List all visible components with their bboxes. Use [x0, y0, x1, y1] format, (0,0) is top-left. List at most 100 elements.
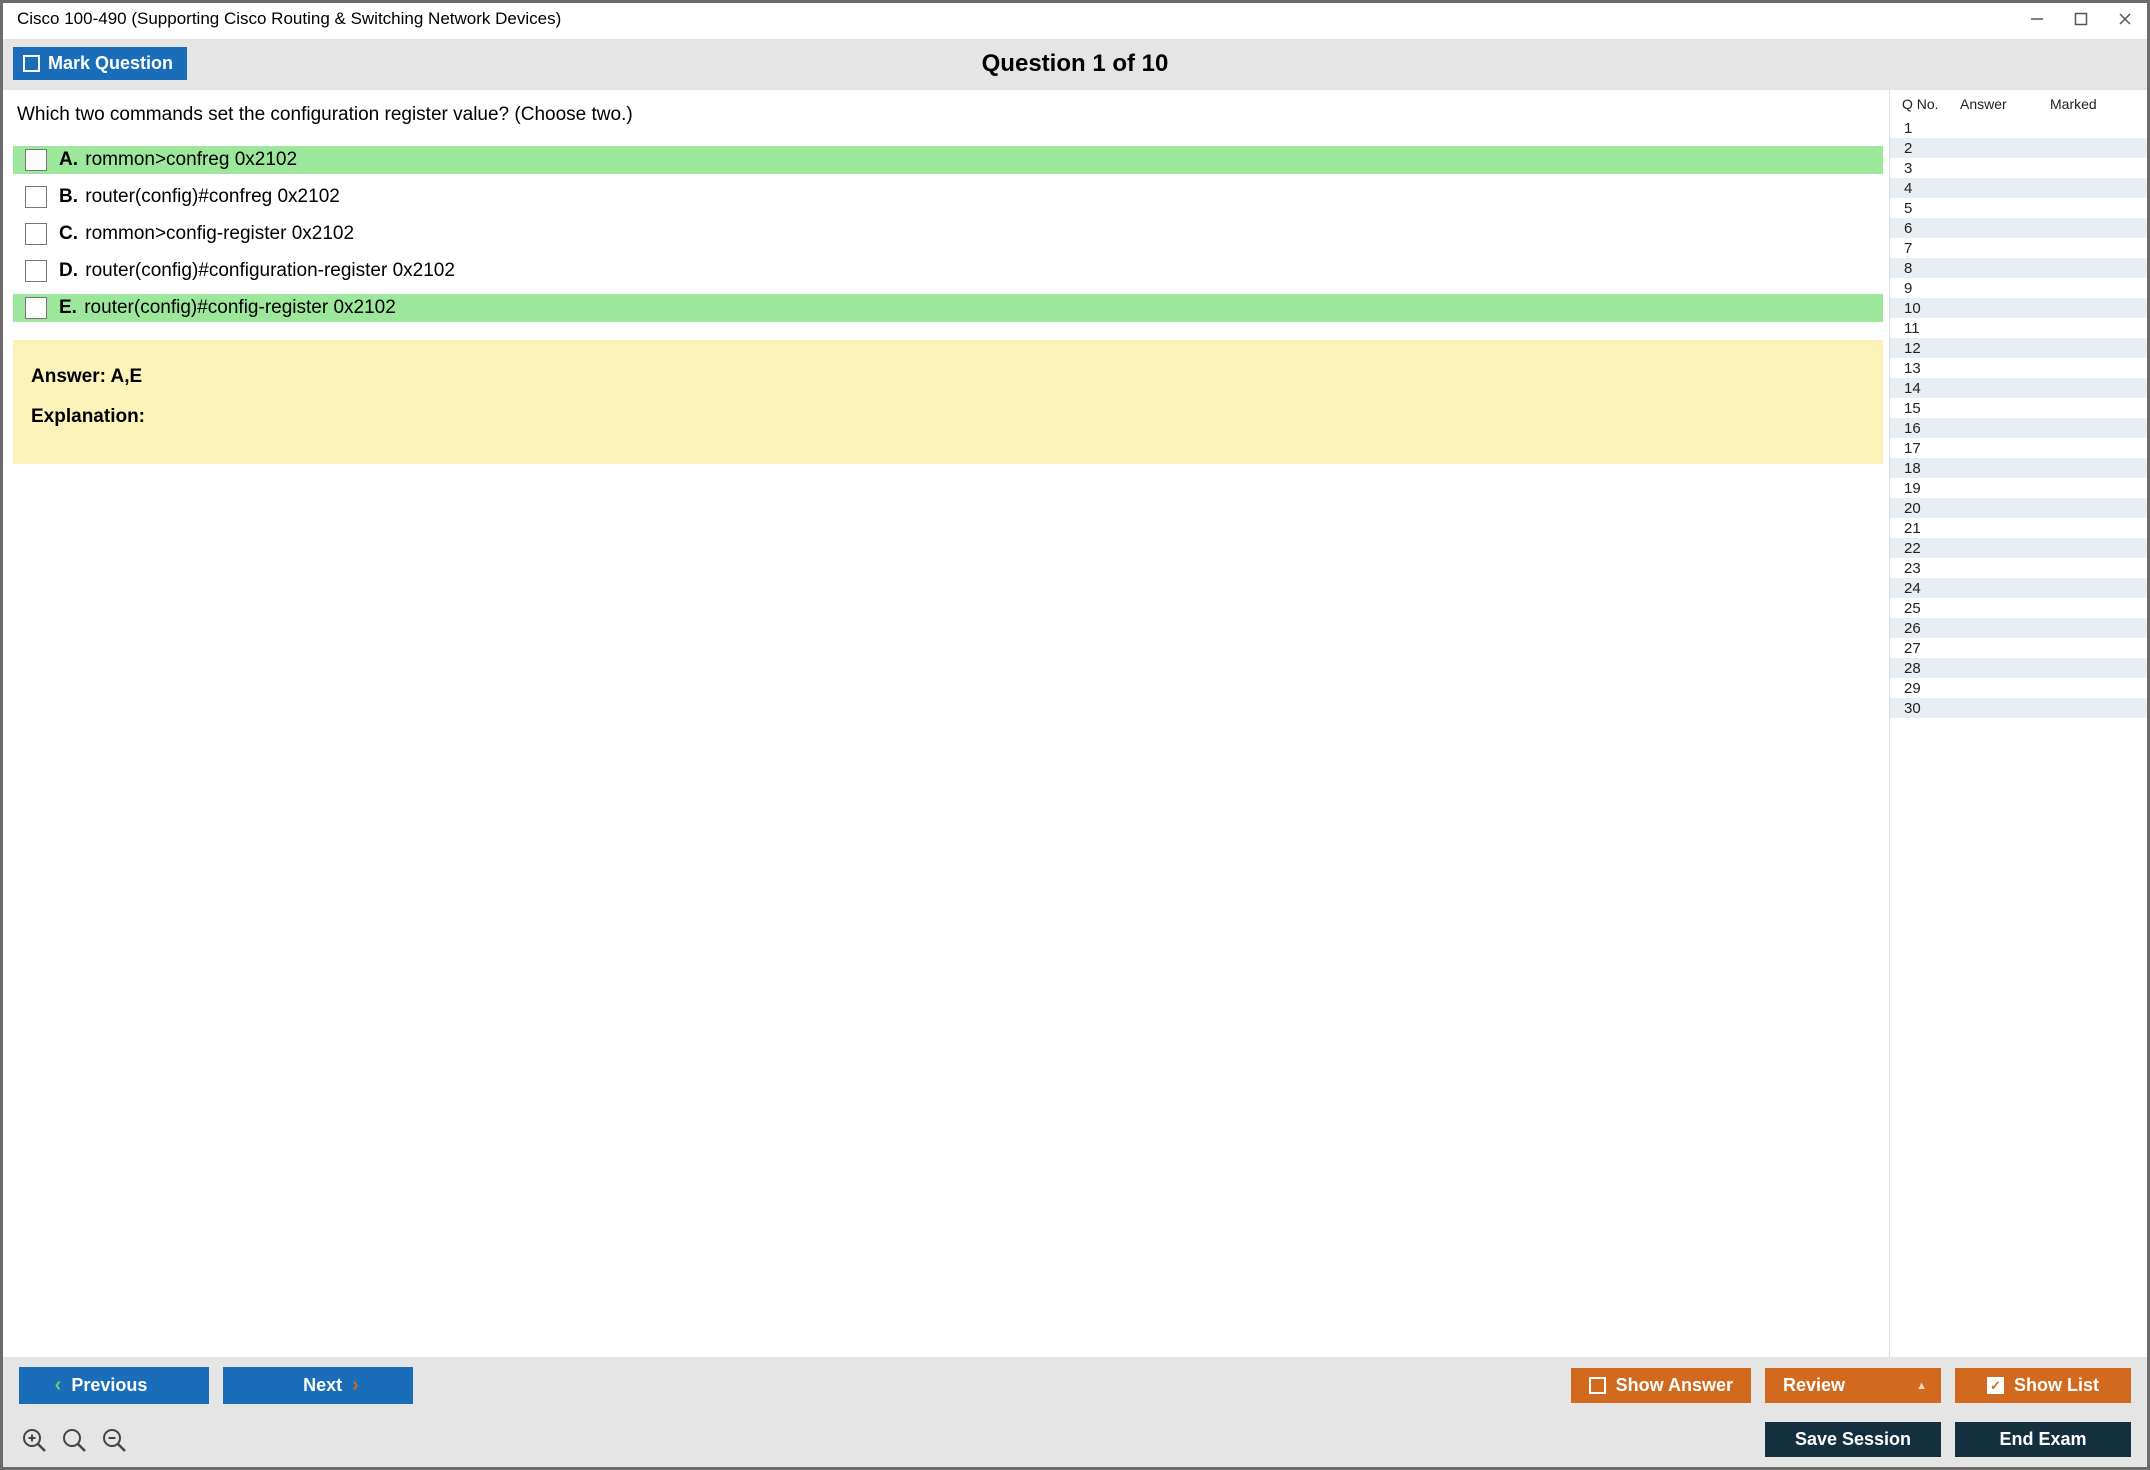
app-window: Cisco 100-490 (Supporting Cisco Routing … — [0, 0, 2150, 1470]
question-list-row[interactable]: 7 — [1890, 238, 2147, 258]
question-list-row[interactable]: 23 — [1890, 558, 2147, 578]
col-marked: Marked — [2050, 96, 2139, 112]
close-icon[interactable] — [2115, 9, 2135, 29]
option-letter: A. — [59, 149, 78, 170]
question-list-row[interactable]: 13 — [1890, 358, 2147, 378]
question-list-row[interactable]: 21 — [1890, 518, 2147, 538]
question-list-row[interactable]: 10 — [1890, 298, 2147, 318]
previous-label: Previous — [71, 1375, 147, 1396]
option-letter: C. — [59, 223, 78, 244]
bottom-row-2: Save Session End Exam — [19, 1422, 2131, 1457]
previous-button[interactable]: ‹ Previous — [19, 1367, 209, 1404]
option-text: B. router(config)#confreg 0x2102 — [59, 186, 340, 208]
option-letter: E. — [59, 297, 77, 318]
review-button[interactable]: Review ▲ — [1765, 1368, 1941, 1403]
question-list-row[interactable]: 30 — [1890, 698, 2147, 718]
zoom-reset-icon[interactable] — [61, 1427, 87, 1453]
question-list-row[interactable]: 1 — [1890, 118, 2147, 138]
show-answer-button[interactable]: Show Answer — [1571, 1368, 1751, 1403]
chevron-up-icon: ▲ — [1916, 1380, 1927, 1392]
option-row[interactable]: A. rommon>confreg 0x2102 — [13, 146, 1883, 174]
main-area: Which two commands set the configuration… — [3, 90, 2147, 1357]
col-qno: Q No. — [1902, 96, 1960, 112]
question-list-row[interactable]: 4 — [1890, 178, 2147, 198]
question-list-row[interactable]: 17 — [1890, 438, 2147, 458]
mark-question-checkbox[interactable] — [23, 55, 40, 72]
option-checkbox[interactable] — [25, 186, 47, 208]
question-list-row[interactable]: 22 — [1890, 538, 2147, 558]
option-text: E. router(config)#config-register 0x2102 — [59, 297, 396, 319]
option-body: router(config)#confreg 0x2102 — [80, 186, 340, 207]
question-list-row[interactable]: 27 — [1890, 638, 2147, 658]
next-label: Next — [303, 1375, 342, 1396]
chevron-right-icon: › — [352, 1374, 359, 1397]
chevron-left-icon: ‹ — [55, 1374, 62, 1397]
explanation-label: Explanation: — [31, 406, 1865, 428]
window-controls — [2027, 9, 2135, 29]
question-list-row[interactable]: 12 — [1890, 338, 2147, 358]
option-row[interactable]: E. router(config)#config-register 0x2102 — [13, 294, 1883, 322]
save-session-button[interactable]: Save Session — [1765, 1422, 1941, 1457]
mark-question-label: Mark Question — [48, 53, 173, 74]
question-list-body[interactable]: 1234567891011121314151617181920212223242… — [1890, 118, 2147, 1357]
show-list-checkbox[interactable]: ✓ — [1987, 1377, 2004, 1394]
question-list-row[interactable]: 26 — [1890, 618, 2147, 638]
review-label: Review — [1783, 1375, 1845, 1396]
question-list-row[interactable]: 9 — [1890, 278, 2147, 298]
question-list-row[interactable]: 24 — [1890, 578, 2147, 598]
option-body: router(config)#configuration-register 0x… — [80, 260, 455, 281]
question-list-row[interactable]: 15 — [1890, 398, 2147, 418]
maximize-icon[interactable] — [2071, 9, 2091, 29]
option-checkbox[interactable] — [25, 260, 47, 282]
option-body: router(config)#config-register 0x2102 — [79, 297, 396, 318]
question-list-row[interactable]: 6 — [1890, 218, 2147, 238]
show-list-button[interactable]: ✓ Show List — [1955, 1368, 2131, 1403]
option-text: C. rommon>config-register 0x2102 — [59, 223, 354, 245]
option-row[interactable]: C. rommon>config-register 0x2102 — [13, 220, 1883, 248]
mark-question-button[interactable]: Mark Question — [13, 47, 187, 80]
show-list-label: Show List — [2014, 1375, 2099, 1396]
option-checkbox[interactable] — [25, 223, 47, 245]
option-body: rommon>config-register 0x2102 — [80, 223, 354, 244]
question-list-row[interactable]: 11 — [1890, 318, 2147, 338]
zoom-in-icon[interactable] — [21, 1427, 47, 1453]
end-exam-label: End Exam — [1999, 1429, 2086, 1450]
option-checkbox[interactable] — [25, 149, 47, 171]
options-list: A. rommon>confreg 0x2102 B. router(config… — [13, 146, 1883, 322]
option-text: D. router(config)#configuration-register… — [59, 260, 455, 282]
bottom-row-1: ‹ Previous Next › Show Answer Review ▲ ✓… — [19, 1367, 2131, 1404]
option-row[interactable]: D. router(config)#configuration-register… — [13, 257, 1883, 285]
question-list-row[interactable]: 28 — [1890, 658, 2147, 678]
show-answer-checkbox[interactable] — [1589, 1377, 1606, 1394]
question-list-header: Q No. Answer Marked — [1890, 90, 2147, 118]
question-text: Which two commands set the configuration… — [13, 104, 1883, 126]
question-list-row[interactable]: 29 — [1890, 678, 2147, 698]
question-list-row[interactable]: 18 — [1890, 458, 2147, 478]
titlebar: Cisco 100-490 (Supporting Cisco Routing … — [3, 3, 2147, 39]
save-session-label: Save Session — [1795, 1429, 1911, 1450]
question-counter: Question 1 of 10 — [3, 50, 2147, 78]
option-text: A. rommon>confreg 0x2102 — [59, 149, 297, 171]
option-row[interactable]: B. router(config)#confreg 0x2102 — [13, 183, 1883, 211]
end-exam-button[interactable]: End Exam — [1955, 1422, 2131, 1457]
question-list-panel: Q No. Answer Marked 12345678910111213141… — [1889, 90, 2147, 1357]
question-list-row[interactable]: 2 — [1890, 138, 2147, 158]
question-list-row[interactable]: 5 — [1890, 198, 2147, 218]
show-answer-label: Show Answer — [1616, 1375, 1733, 1396]
zoom-out-icon[interactable] — [101, 1427, 127, 1453]
question-list-row[interactable]: 3 — [1890, 158, 2147, 178]
question-header: Mark Question Question 1 of 10 — [3, 39, 2147, 90]
question-list-row[interactable]: 8 — [1890, 258, 2147, 278]
question-list-row[interactable]: 19 — [1890, 478, 2147, 498]
col-answer: Answer — [1960, 96, 2050, 112]
question-list-row[interactable]: 20 — [1890, 498, 2147, 518]
question-list-row[interactable]: 16 — [1890, 418, 2147, 438]
question-column: Which two commands set the configuration… — [3, 90, 1889, 1357]
question-list-row[interactable]: 14 — [1890, 378, 2147, 398]
option-checkbox[interactable] — [25, 297, 47, 319]
next-button[interactable]: Next › — [223, 1367, 413, 1404]
minimize-icon[interactable] — [2027, 9, 2047, 29]
question-list-row[interactable]: 25 — [1890, 598, 2147, 618]
option-body: rommon>confreg 0x2102 — [80, 149, 297, 170]
bottom-bar: ‹ Previous Next › Show Answer Review ▲ ✓… — [3, 1357, 2147, 1467]
